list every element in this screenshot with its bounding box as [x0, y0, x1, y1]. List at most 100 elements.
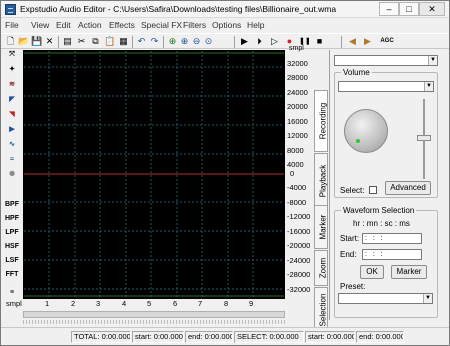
echo-tool-icon[interactable]: ≋	[5, 79, 19, 91]
agc-icon[interactable]: AGC	[379, 36, 395, 47]
reverse-tool-icon[interactable]: ▶	[5, 124, 19, 136]
properties-icon[interactable]: ▤	[62, 36, 73, 47]
play-icon[interactable]: ▶	[239, 36, 250, 47]
play-loop-icon[interactable]: ⏵	[254, 36, 265, 47]
menu-filters[interactable]: Filters	[183, 20, 206, 30]
status-total: TOTAL: 0:00.000	[71, 331, 131, 343]
panel-tabs: Recording Playback Marker Zoom Selection	[312, 50, 330, 333]
menu-options[interactable]: Options	[212, 20, 241, 30]
ok-button[interactable]: OK	[360, 265, 384, 279]
toolbar-separator	[58, 36, 59, 48]
paste-icon[interactable]: 📋	[104, 36, 115, 47]
toolbar-separator	[132, 36, 133, 48]
y-tick: 24000	[287, 88, 308, 97]
maximize-button[interactable]: □	[399, 2, 419, 16]
side-panel: ▼ Volume ▼ Select: Advanced Waveform Sel…	[330, 50, 444, 320]
play-from-icon[interactable]: ▷	[269, 36, 280, 47]
amplify-tool-icon[interactable]: ✦	[5, 64, 19, 76]
fade-out-tool-icon[interactable]: ◥	[5, 109, 19, 121]
zoom-in-icon[interactable]: ⊕	[167, 36, 178, 47]
end-label: End:	[340, 250, 357, 259]
zoom-in-vertical-icon[interactable]: ⊕	[179, 36, 190, 47]
toolbar-separator	[163, 36, 164, 48]
menu-edit[interactable]: Edit	[56, 20, 71, 30]
volume-left-icon[interactable]: ◀	[347, 36, 358, 47]
volume-group: Volume ▼ Select: Advanced	[334, 68, 438, 198]
x-tick: 2	[71, 299, 76, 308]
marker-button[interactable]: Marker	[391, 265, 427, 279]
menu-effects[interactable]: Effects	[109, 20, 135, 30]
advanced-button[interactable]: Advanced	[385, 181, 431, 195]
undo-icon[interactable]: ↶	[136, 36, 147, 47]
x-tick: 7	[198, 299, 203, 308]
minimize-button[interactable]: –	[379, 2, 399, 16]
start-time-field[interactable]: : : :	[362, 233, 422, 244]
volume-slider-thumb[interactable]	[417, 135, 431, 141]
app-logo-icon	[5, 4, 16, 15]
menu-help[interactable]: Help	[247, 20, 264, 30]
fft-filter-icon[interactable]: FFT	[5, 269, 19, 281]
recording-device-select[interactable]: ▼	[334, 55, 438, 66]
hpf-filter-icon[interactable]: HPF	[5, 213, 19, 225]
volume-knob[interactable]	[344, 109, 388, 153]
bpf-filter-icon[interactable]: BPF	[5, 199, 19, 211]
lsf-filter-icon[interactable]: LSF	[5, 255, 19, 267]
effects-toolbar: ⤧ ✦ ≋ ◤ ◥ ▶ ∿ ≈ ✺ BPF HPF LPF HSF LSF FF…	[4, 49, 20, 301]
sample-ruler-vertical: smpl 32000 28000 24000 20000 16000 12000…	[285, 45, 312, 299]
noise-tool-icon[interactable]: ✺	[5, 169, 19, 181]
chorus-tool-icon[interactable]: ∿	[5, 139, 19, 151]
menu-special-fx[interactable]: Special FX	[141, 20, 182, 30]
hsf-filter-icon[interactable]: HSF	[5, 241, 19, 253]
flanger-tool-icon[interactable]: ≈	[5, 154, 19, 166]
status-start: start: 0:00.000	[132, 331, 184, 343]
y-tick: 16000	[287, 117, 308, 126]
y-tick: -16000	[287, 227, 311, 236]
zoom-fit-icon[interactable]: ⊙	[203, 36, 214, 47]
toolbar-separator	[234, 36, 235, 48]
end-time-field[interactable]: : : :	[362, 249, 422, 260]
open-folder-icon[interactable]: 📂	[18, 36, 29, 47]
menu-action[interactable]: Action	[78, 20, 102, 30]
lpf-filter-icon[interactable]: LPF	[5, 227, 19, 239]
copy-icon[interactable]: ⧉	[90, 36, 101, 47]
close-file-icon[interactable]: ✕	[44, 36, 55, 47]
sample-ruler-horizontal: 1 2 3 4 5 6 7 8 9	[23, 299, 285, 311]
horizontal-scrollbar[interactable]	[23, 311, 285, 318]
window-title: Expstudio Audio Editor - C:\Users\Safira…	[20, 4, 337, 14]
paste-mix-icon[interactable]: ▦	[118, 36, 129, 47]
x-tick: 5	[147, 299, 152, 308]
status-select-start: start: 0:00.000	[305, 331, 355, 343]
overview-strip[interactable]	[23, 320, 285, 324]
zoom-out-icon[interactable]: ⊖	[191, 36, 202, 47]
status-end: end: 0:00.000	[185, 331, 233, 343]
cut-icon[interactable]: ✂	[76, 36, 87, 47]
knob-indicator	[356, 139, 360, 143]
stop-icon[interactable]: ■	[314, 36, 325, 47]
normalize-tool-icon[interactable]: ⤧	[5, 49, 19, 61]
toolbar-separator	[341, 36, 342, 48]
tab-recording[interactable]: Recording	[314, 90, 328, 152]
x-tick: 6	[173, 299, 178, 308]
y-tick: 28000	[287, 73, 308, 82]
x-tick: 3	[96, 299, 101, 308]
preset-select[interactable]: ▼	[338, 293, 433, 304]
volume-source-select[interactable]: ▼	[338, 81, 434, 92]
toolbar: 🗋 📂 💾 ✕ ▤ ✂ ⧉ 📋 ▦ ↶ ↷ ⊕ ⊕ ⊖ ⊙ ▶ ⏵ ▷ ● ❚❚…	[1, 33, 449, 49]
x-tick: 1	[45, 299, 50, 308]
select-checkbox[interactable]	[369, 186, 377, 194]
waveform-view[interactable]	[23, 50, 285, 299]
menu-file[interactable]: File	[5, 20, 19, 30]
multi-filter-icon[interactable]: ≡	[5, 287, 19, 299]
y-tick: -8000	[287, 198, 307, 207]
chevron-down-icon: ▼	[428, 56, 437, 65]
new-file-icon[interactable]: 🗋	[5, 36, 16, 47]
y-tick: -4000	[287, 183, 307, 192]
menu-view[interactable]: View	[31, 20, 49, 30]
waveform-grid	[24, 51, 284, 298]
volume-right-icon[interactable]: ▶	[362, 36, 373, 47]
save-icon[interactable]: 💾	[31, 36, 42, 47]
fade-in-tool-icon[interactable]: ◤	[5, 94, 19, 106]
y-tick: -20000	[287, 241, 311, 250]
redo-icon[interactable]: ↷	[149, 36, 160, 47]
close-window-button[interactable]: ✕	[419, 2, 445, 16]
